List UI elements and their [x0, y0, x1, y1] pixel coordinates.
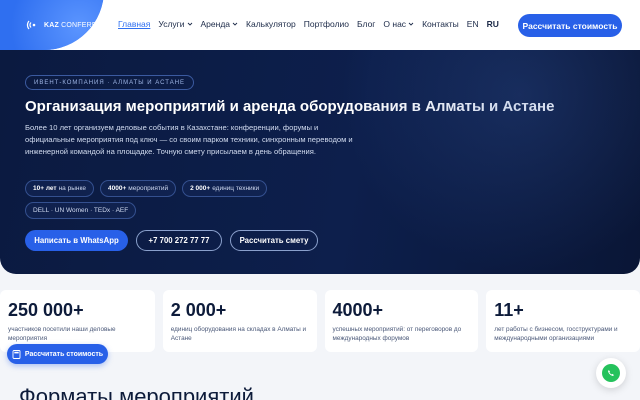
stat-card: 11+ лет работы с бизнесом, госструктурам… — [486, 290, 640, 352]
nav-label: Аренда — [200, 19, 231, 29]
logo-rest: CONFERENCE — [61, 21, 113, 29]
stat-number: 2 000+ — [170, 300, 227, 320]
nav-label: О нас — [383, 19, 407, 29]
site-logo[interactable]: KAZ CONFERENCE — [26, 15, 112, 35]
chip-clients: DELL · UN Women · TEDx · AEF — [25, 202, 137, 219]
phone-icon — [608, 370, 614, 376]
chevron-down-icon — [187, 22, 192, 26]
nav-item-rental[interactable]: Аренда — [201, 19, 239, 29]
chip-events: 4000+ мероприятий — [100, 180, 177, 197]
stat-text: участников посетили наши деловые меропри… — [8, 326, 116, 342]
whatsapp-icon — [602, 364, 620, 382]
lang-en[interactable]: EN — [467, 19, 479, 29]
nav-item-portfolio[interactable]: Портфолио — [304, 19, 349, 29]
floating-calculate-button[interactable]: Рассчитать стоимость — [7, 344, 108, 364]
lang-ru[interactable]: RU — [487, 19, 499, 29]
stat-card: 2 000+ единиц оборудования на складах в … — [162, 290, 317, 352]
stat-card: 4000+ успешных мероприятий: от переговор… — [324, 290, 479, 352]
logo-brand: KAZ — [44, 21, 59, 29]
hero-chips: 10+ лет на рынке 4000+ мероприятий 2 000+ е… — [25, 180, 268, 197]
hero-buttons: Написать в WhatsApp +7 700 272 77 77 Рас… — [25, 230, 318, 251]
chevron-down-icon — [232, 22, 238, 26]
calculate-cost-button[interactable]: Рассчитать стоимость — [518, 14, 622, 37]
stat-number: 250 000+ — [8, 300, 84, 320]
nav-label: Блог — [357, 19, 376, 29]
hero-section: ИВЕНТ-КОМПАНИЯ · АЛМАТЫ И АСТАНЕ Организ… — [0, 50, 640, 274]
nav-item-home[interactable]: Главная — [118, 19, 150, 29]
estimate-button[interactable]: Рассчитать смету — [230, 230, 318, 251]
floating-cta-label: Рассчитать стоимость — [24, 350, 104, 358]
stat-card: 250 000+ участников посетили наши деловы… — [0, 290, 155, 352]
whatsapp-button[interactable]: Написать в WhatsApp — [25, 230, 128, 251]
chip-bold: 4000+ — [108, 185, 127, 192]
main-nav: Главная Услуги Аренда Калькулятор Портфо… — [118, 19, 499, 29]
nav-label: Портфолио — [303, 19, 350, 29]
hero-title: Организация мероприятий и аренда оборудо… — [25, 98, 555, 115]
nav-item-about[interactable]: О нас — [383, 19, 414, 29]
nav-label: Калькулятор — [246, 19, 296, 29]
chip-years: 10+ лет на рынке — [25, 180, 95, 197]
chip-bold: 2 000+ — [190, 185, 211, 192]
nav-label: Главная — [118, 19, 151, 29]
nav-label: Услуги — [158, 19, 185, 29]
whatsapp-float-button[interactable] — [596, 358, 626, 388]
chip-text: единиц техники — [212, 185, 260, 192]
nav-item-services[interactable]: Услуги — [158, 19, 192, 29]
section-title: Форматы мероприятий — [19, 384, 254, 400]
site-header: KAZ CONFERENCE Главная Услуги Аренда Кал… — [0, 0, 640, 50]
nav-item-calculator[interactable]: Калькулятор — [246, 19, 296, 29]
chevron-down-icon — [408, 22, 414, 26]
chip-text: мероприятий — [128, 185, 169, 192]
stat-number: 4000+ — [332, 300, 384, 320]
stat-number: 11+ — [494, 300, 524, 320]
chip-equipment: 2 000+ единиц техники — [182, 180, 268, 197]
phone-button[interactable]: +7 700 272 77 77 — [136, 230, 222, 251]
nav-label: Контакты — [422, 19, 459, 29]
stat-text: лет работы с бизнесом, госструктурами и … — [494, 326, 618, 342]
logo-text: KAZ CONFERENCE — [44, 22, 112, 29]
hero-description: Более 10 лет организуем деловые события … — [25, 123, 353, 156]
chip-bold: 10+ лет — [33, 185, 57, 192]
stats-row: 250 000+ участников посетили наши деловы… — [0, 290, 640, 352]
calculator-icon — [12, 349, 21, 359]
nav-item-contacts[interactable]: Контакты — [422, 19, 459, 29]
logo-waves-icon — [26, 20, 36, 30]
nav-item-blog[interactable]: Блог — [357, 19, 375, 29]
stat-text: успешных мероприятий: от переговоров до … — [332, 326, 462, 342]
chip-text: на рынке — [58, 185, 87, 192]
stat-text: единиц оборудования на складах в Алматы … — [170, 326, 307, 342]
hero-eyebrow: ИВЕНТ-КОМПАНИЯ · АЛМАТЫ И АСТАНЕ — [25, 75, 195, 90]
